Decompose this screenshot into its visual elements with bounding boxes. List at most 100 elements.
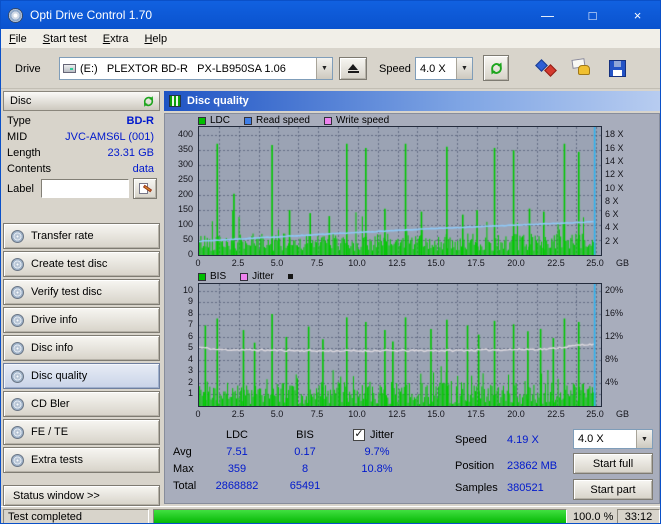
- start-full-button[interactable]: Start full: [573, 453, 653, 474]
- transfer-rate-icon: [11, 230, 24, 243]
- write-speed-legend-item: Write speed: [324, 115, 389, 126]
- speed-select[interactable]: 4.0 X ▼: [415, 57, 473, 80]
- x-axis-tick: 7.5: [311, 258, 324, 268]
- jitter-checkbox[interactable]: ✓: [353, 429, 365, 441]
- label-caption: Label: [7, 183, 34, 195]
- bis-jitter-chart-legend: BIS Jitter: [198, 271, 293, 282]
- menu-help[interactable]: Help: [136, 31, 175, 47]
- ldc-legend-label: LDC: [210, 115, 230, 126]
- samples-value: 380521: [507, 482, 544, 494]
- test-speed-select[interactable]: 4.0 X ▼: [573, 429, 653, 449]
- speed-label: Speed: [379, 63, 411, 75]
- read-speed-legend-item: Read speed: [244, 115, 310, 126]
- y2-axis-tick: 16%: [605, 308, 623, 318]
- maximize-button[interactable]: □: [570, 1, 615, 29]
- test-speed-arrow[interactable]: ▼: [636, 430, 652, 448]
- x-axis-tick: 15.0: [427, 258, 445, 268]
- x-axis-tick: 10.0: [348, 409, 366, 419]
- samples-label: Samples: [455, 482, 498, 494]
- disc-info: TypeBD-RMIDJVC-AMS6L (001)Length23.31 GB…: [3, 113, 160, 177]
- disc-mid-row: MIDJVC-AMS6L (001): [3, 129, 160, 145]
- sidebar-button-transfer-rate[interactable]: Transfer rate: [3, 223, 160, 249]
- sidebar-button-drive-info[interactable]: Drive info: [3, 307, 160, 333]
- refresh-speeds-button[interactable]: [483, 55, 509, 81]
- menu-file[interactable]: File: [1, 31, 35, 47]
- ldc-column-header: LDC: [207, 429, 267, 441]
- bis-legend-item: BIS: [198, 271, 226, 282]
- x-axis-tick: 5.0: [271, 409, 284, 419]
- sidebar-button-extra-tests[interactable]: Extra tests: [3, 447, 160, 473]
- panel-header: Disc quality: [164, 91, 660, 111]
- elapsed-time: 33:12: [617, 509, 660, 524]
- y2-axis-tick: 4 X: [605, 222, 619, 232]
- sidebar: Disc TypeBD-RMIDJVC-AMS6L (001)Length23.…: [1, 89, 162, 506]
- sidebar-button-disc-info[interactable]: Disc info: [3, 335, 160, 361]
- sidebar-button-verify-test-disc[interactable]: Verify test disc: [3, 279, 160, 305]
- sidebar-button-disc-quality[interactable]: Disc quality: [3, 363, 160, 389]
- drive-select-value: (E:) PLEXTOR BD-R PX-LB950SA 1.06: [76, 63, 316, 75]
- sidebar-button-cd-bler[interactable]: CD Bler: [3, 391, 160, 417]
- compare-icon: [534, 55, 560, 81]
- y-axis-tick: 150: [165, 204, 193, 214]
- line-swatch-icon: [288, 274, 293, 279]
- speed-select-arrow[interactable]: ▼: [456, 58, 472, 79]
- status-window-button[interactable]: Status window >>: [3, 485, 160, 506]
- disc-length-row: Length23.31 GB: [3, 145, 160, 161]
- sidebar-button-create-test-disc[interactable]: Create test disc: [3, 251, 160, 277]
- extra-tests-icon: [11, 454, 24, 467]
- title-bar[interactable]: Opti Drive Control 1.70 — □ ×: [1, 1, 660, 29]
- disc-quality-icon: [169, 95, 181, 107]
- disc-quality-icon: [11, 370, 24, 383]
- x-axis-tick: 7.5: [311, 409, 324, 419]
- panel-body: LDCRead speedWrite speed0501001502002503…: [164, 113, 660, 504]
- y2-axis-tick: 12%: [605, 331, 623, 341]
- jitter-column-header: Jitter: [370, 429, 394, 441]
- drive-select-arrow[interactable]: ▼: [316, 58, 332, 79]
- x-axis-unit: GB: [616, 258, 629, 268]
- start-part-button[interactable]: Start part: [573, 479, 653, 500]
- eject-button[interactable]: [339, 57, 367, 80]
- window-controls: — □ ×: [525, 1, 660, 29]
- x-axis-tick: 2.5: [232, 409, 245, 419]
- menu-start-test[interactable]: Start test: [35, 31, 95, 47]
- read-speed-swatch-icon: [244, 117, 252, 125]
- y-axis-tick: 7: [165, 319, 193, 329]
- save-button[interactable]: [603, 54, 631, 82]
- progress-percent: 100.0 %: [573, 511, 613, 523]
- compare-tests-button[interactable]: [533, 54, 561, 82]
- ldc-chart-plot: [198, 126, 602, 256]
- app-icon: [8, 8, 23, 23]
- stat-row-max-label: Max: [173, 463, 194, 475]
- y2-axis-tick: 16 X: [605, 143, 624, 153]
- y-axis-tick: 300: [165, 159, 193, 169]
- close-button[interactable]: ×: [615, 1, 660, 29]
- stat-row-avg-label: Avg: [173, 446, 192, 458]
- stat-total-ldc: 2868882: [207, 480, 267, 492]
- disc-type-label: Type: [7, 115, 31, 127]
- refresh-disc-icon[interactable]: [142, 95, 155, 108]
- jitter-legend-label: Jitter: [252, 271, 274, 282]
- y-axis-tick: 9: [165, 296, 193, 306]
- x-axis-tick: 17.5: [467, 258, 485, 268]
- write-label-button[interactable]: [133, 178, 157, 199]
- disc-contents-row: Contentsdata: [3, 161, 160, 177]
- create-test-disc-icon: [11, 258, 24, 271]
- y-axis-tick: 6: [165, 331, 193, 341]
- sidebar-button-fe-te[interactable]: FE / TE: [3, 419, 160, 445]
- x-axis-tick: 15.0: [427, 409, 445, 419]
- disc-mid-value: JVC-AMS6L (001): [65, 131, 154, 143]
- ldc-swatch-icon: [198, 117, 206, 125]
- grab-data-button[interactable]: [568, 54, 596, 82]
- y-axis-tick: 350: [165, 144, 193, 154]
- disc-quality-label: Disc quality: [31, 370, 87, 382]
- drive-icon: [63, 64, 76, 73]
- menu-extra[interactable]: Extra: [95, 31, 137, 47]
- drive-select[interactable]: (E:) PLEXTOR BD-R PX-LB950SA 1.06 ▼: [59, 57, 333, 80]
- label-input[interactable]: [41, 179, 129, 198]
- disc-type-row: TypeBD-R: [3, 113, 160, 129]
- stat-avg-ldc: 7.51: [207, 446, 267, 458]
- y-axis-tick: 100: [165, 219, 193, 229]
- y2-axis-tick: 8 X: [605, 196, 619, 206]
- minimize-button[interactable]: —: [525, 1, 570, 29]
- speed-result-label: Speed: [455, 434, 487, 446]
